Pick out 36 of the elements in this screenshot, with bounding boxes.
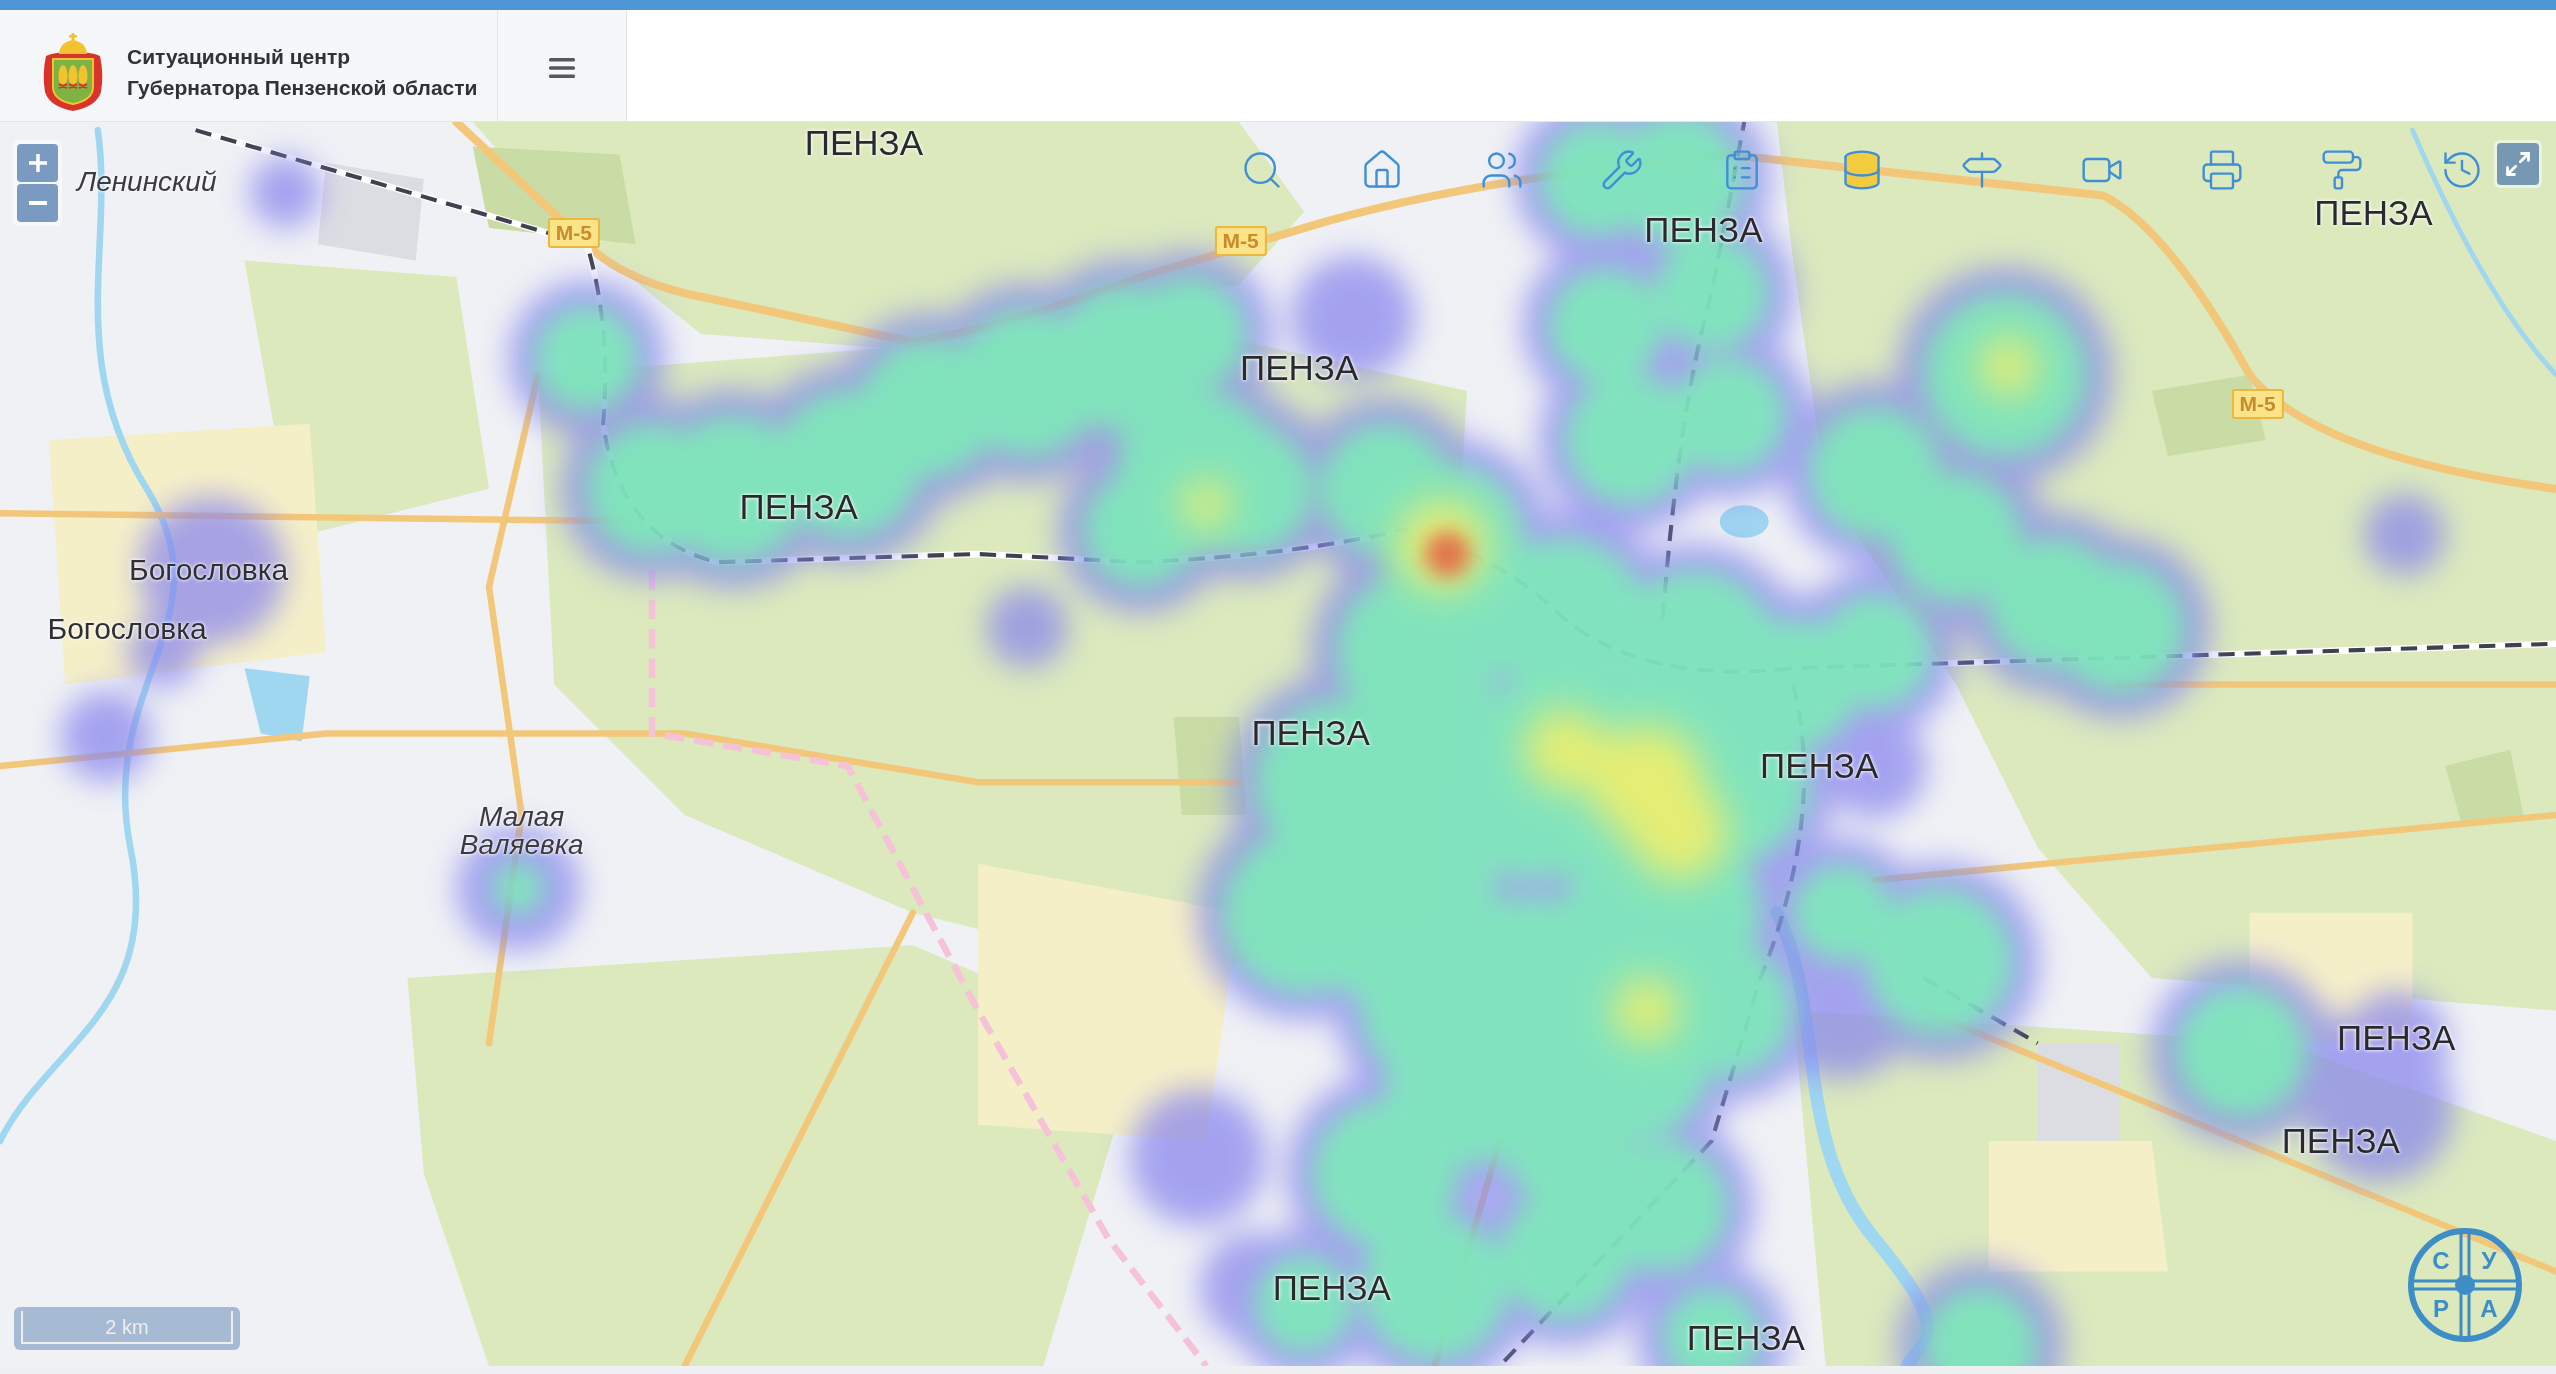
paint-roller-icon[interactable] xyxy=(2320,148,2364,192)
header-title: Ситуационный центр xyxy=(127,43,352,70)
fullscreen-button[interactable] xyxy=(2497,143,2539,185)
city-label: ПЕНЗА xyxy=(2337,1018,2456,1059)
zoom-out-button[interactable] xyxy=(17,184,58,222)
header-subtitle: Губернатора Пензенской области xyxy=(127,74,478,101)
emblem-letter: У xyxy=(2481,1248,2497,1274)
scale-label: 2 km xyxy=(105,1314,149,1339)
route-sign: М-5 xyxy=(1214,226,1267,256)
wrench-icon[interactable] xyxy=(1600,148,1644,192)
locality-label: Ленинский xyxy=(76,168,217,197)
city-label: ПЕНЗА xyxy=(1251,713,1370,754)
city-label: ПЕНЗА xyxy=(1240,348,1359,389)
route-sign: М-5 xyxy=(547,217,600,248)
menu-button[interactable] xyxy=(497,10,627,121)
city-label: ПЕНЗА xyxy=(739,486,858,527)
fullscreen-icon xyxy=(2504,150,2532,178)
minus-icon xyxy=(28,201,47,205)
city-label: ПЕНЗА xyxy=(1272,1267,1391,1308)
city-label: ПЕНЗА xyxy=(1644,209,1763,250)
city-label: ПЕНЗА xyxy=(804,123,924,164)
menu-icon xyxy=(549,57,575,78)
village-label: Богословка xyxy=(47,610,207,647)
emblem-letter: А xyxy=(2480,1296,2498,1322)
plus-icon xyxy=(28,154,47,172)
emblem-letter: Р xyxy=(2433,1296,2449,1322)
city-label: ПЕНЗА xyxy=(1686,1318,1805,1359)
city-label: ПЕНЗА xyxy=(2281,1120,2400,1161)
emblem-letter: С xyxy=(2432,1248,2450,1274)
locality-label: Малая Валяевка xyxy=(459,803,584,860)
route-sign: М-5 xyxy=(2231,389,2284,419)
zoom-in-button[interactable] xyxy=(17,144,58,182)
city-label: ПЕНЗА xyxy=(2314,193,2433,234)
printer-icon[interactable] xyxy=(2200,148,2244,192)
village-label: Богословка xyxy=(129,552,289,589)
city-label: ПЕНЗА xyxy=(1760,745,1879,786)
